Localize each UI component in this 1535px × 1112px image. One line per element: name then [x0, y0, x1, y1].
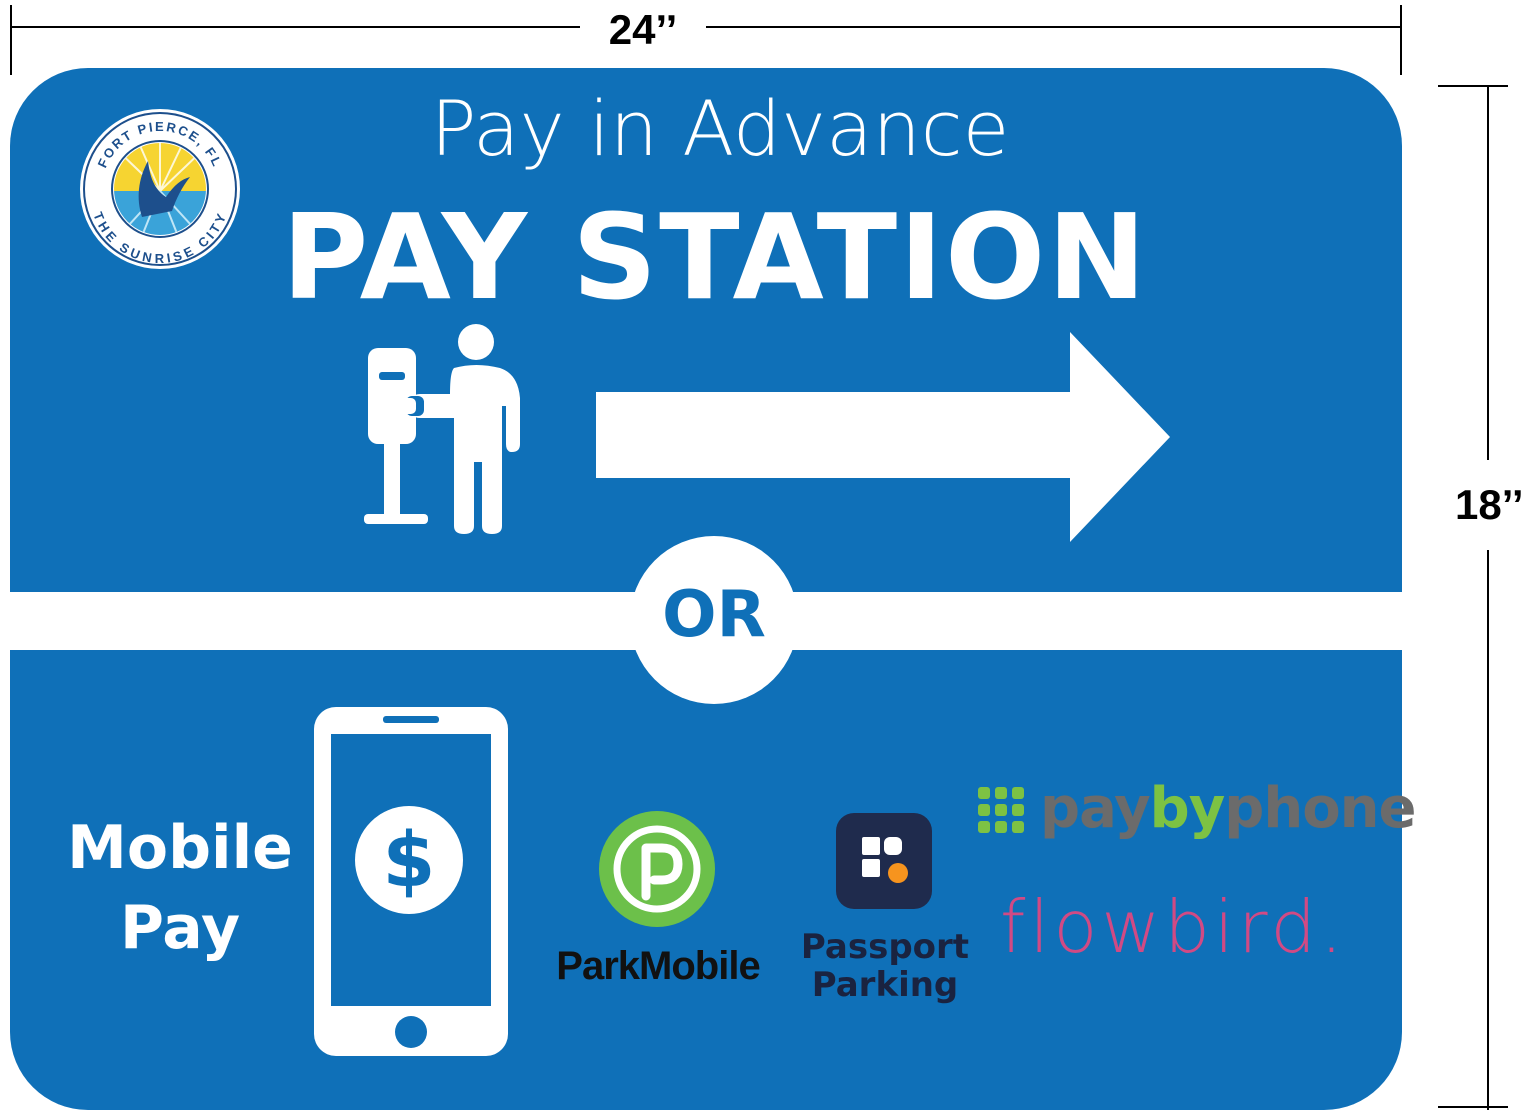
paybyphone-pay: pay — [1040, 776, 1151, 841]
mobile-phone-dollar-icon: $ — [314, 707, 508, 1056]
passport-app-icon — [836, 813, 932, 909]
parkmobile-logo-text: ParkMobile — [556, 944, 760, 988]
width-dimension-tick-left — [10, 5, 12, 75]
city-seal-logo: FORT PIERCE, FL THE SUNRISE CITY — [80, 109, 240, 269]
height-dimension-tick-top — [1438, 85, 1508, 87]
height-dimension-label: 18’’ — [1455, 460, 1535, 550]
or-label: OR — [662, 578, 766, 652]
mobile-pay-label: Mobile Pay — [67, 813, 293, 963]
width-dimension-tick-right — [1400, 5, 1402, 75]
width-dimension-label: 24’’ — [580, 0, 706, 66]
passport-line2: Parking — [811, 965, 959, 1005]
svg-text:$: $ — [383, 815, 436, 904]
arrow-right-icon — [596, 332, 1170, 542]
paybyphone-grid-icon — [978, 787, 1024, 833]
paybyphone-phone: phone — [1224, 776, 1416, 841]
height-dimension-line — [1487, 86, 1489, 1110]
paybyphone-by: by — [1149, 776, 1226, 841]
pay-station-person-icon — [364, 324, 520, 534]
passport-line1: Passport — [800, 927, 970, 967]
paybyphone-logo-text: paybyphone — [1040, 776, 1417, 841]
page-title: PAY STATION — [281, 188, 1149, 326]
flowbird-logo-text: flowbird. — [1000, 885, 1347, 969]
parkmobile-p-icon — [599, 811, 715, 927]
subtitle: Pay in Advance — [430, 84, 1010, 173]
height-dimension-tick-bottom — [1438, 1106, 1508, 1108]
passport-parking-logo-text: Passport Parking — [800, 928, 970, 1004]
width-dimension-line — [10, 26, 1402, 28]
